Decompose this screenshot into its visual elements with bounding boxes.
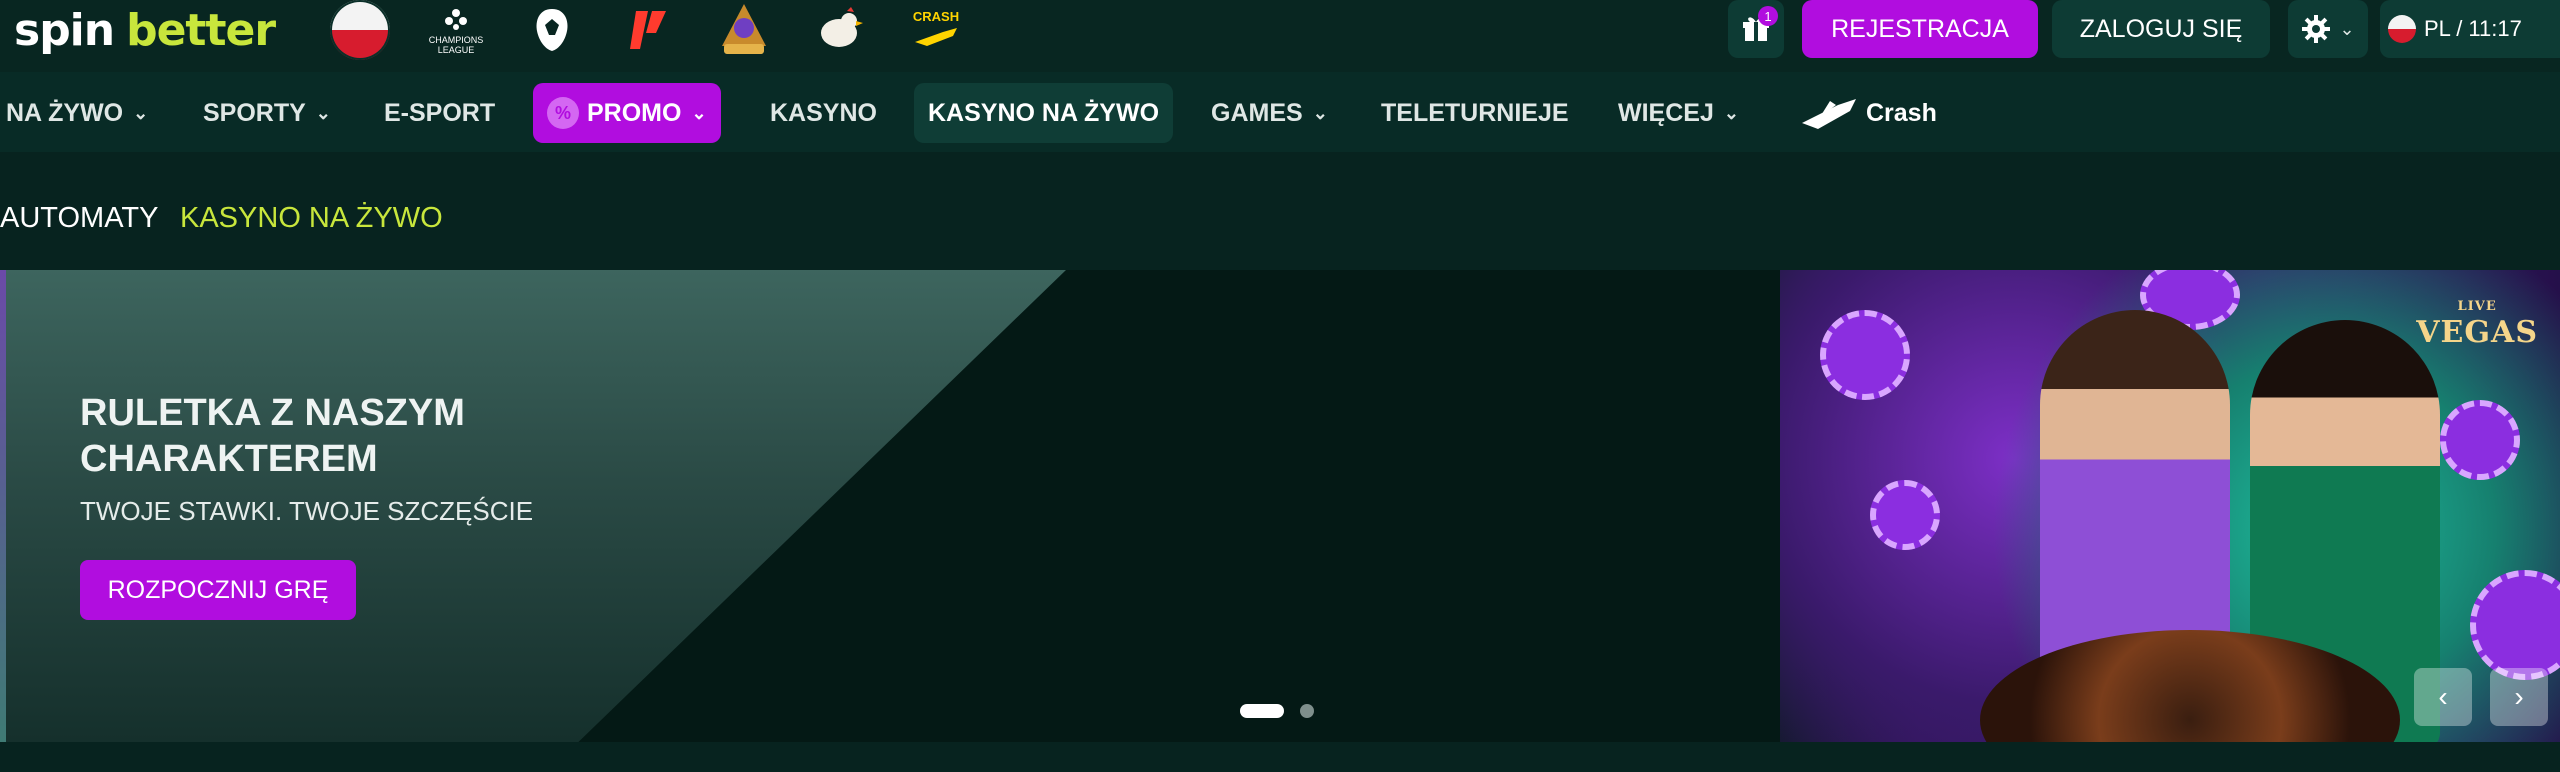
crash-icon-label: CRASH [912,9,960,24]
crash-plane-icon[interactable]: CRASH [906,1,966,59]
nav-item-esport[interactable]: E-SPORT [384,83,495,143]
page-content-start [0,742,2560,772]
casino-chip-image [1870,480,1940,550]
laliga-icon[interactable] [618,1,678,59]
nav-item-label: PROMO [587,98,682,127]
nav-item-more[interactable]: WIĘCEJ ⌄ [1618,83,1739,143]
logo-text-spin: spin [14,4,115,56]
nav-item-label: WIĘCEJ [1618,98,1714,127]
sub-navigation: AUTOMATY KASYNO NA ŻYWO [0,152,2560,270]
chevron-down-icon: ⌄ [1723,102,1739,123]
spinbetter-logo[interactable]: spin better [14,0,276,60]
nav-item-sports[interactable]: SPORTY ⌄ [203,83,331,143]
chevron-down-icon: ⌄ [315,102,331,123]
gift-count-badge: 1 [1758,6,1778,26]
plane-icon [1802,99,1856,129]
previous-slide-button[interactable]: ‹ [2414,668,2472,726]
logo-text-better: better [126,4,276,56]
nav-item-label: SPORTY [203,98,306,127]
chevron-down-icon: ⌄ [1312,102,1328,123]
champions-league-label: CHAMPIONS LEAGUE [428,35,484,55]
nav-item-label: GAMES [1211,98,1303,127]
chevron-down-icon: ⌄ [2339,18,2355,39]
nav-item-games[interactable]: GAMES ⌄ [1211,83,1328,143]
nav-item-live[interactable]: NA ŻYWO ⌄ [6,83,148,143]
banner-subtitle: TWOJE STAWKI. TWOJE SZCZĘŚCIE [80,496,534,526]
register-button[interactable]: REJESTRACJA [1802,0,2038,58]
casino-chip-image [1820,310,1910,400]
casino-chip-image [2440,400,2520,480]
gift-button[interactable]: 1 [1728,0,1784,58]
percent-icon: % [547,97,579,129]
login-button[interactable]: ZALOGUJ SIĘ [2052,0,2270,58]
chicken-icon[interactable] [810,1,870,59]
poland-flag-small-icon [2388,15,2416,43]
gear-icon [2302,15,2331,43]
nav-item-label: KASYNO [770,98,877,127]
nav-item-crash[interactable]: Crash [1800,83,1937,143]
nav-item-label: TELETURNIEJE [1381,98,1569,127]
champions-league-icon[interactable]: CHAMPIONS LEAGUE [426,1,486,59]
poland-flag-icon[interactable] [330,0,390,60]
hero-banner[interactable]: RULETKA Z NASZYM CHARAKTEREM TWOJE STAWK… [0,270,2560,742]
previous-slide-edge [0,270,6,742]
nav-item-label: NA ŻYWO [6,98,124,127]
chevron-right-icon: › [2514,681,2524,712]
top-bar: spin better CHAMPIONS LEAGUE CRASH 1 REJ… [0,0,2560,72]
lang-time-text: PL / 11:17 [2424,16,2522,41]
nav-item-casino[interactable]: KASYNO [770,83,877,143]
promo-icons-bar: CHAMPIONS LEAGUE CRASH [330,0,966,60]
slider-pagination [1240,704,1314,718]
start-game-button[interactable]: ROZPOCZNIJ GRĘ [80,560,356,620]
main-navigation: NA ŻYWO ⌄ SPORTY ⌄ E-SPORT % PROMO ⌄ KAS… [0,72,2560,154]
nav-item-game-shows[interactable]: TELETURNIEJE [1381,83,1569,143]
live-vegas-logo: LIVE VEGAS [2416,299,2538,350]
nav-item-label: E-SPORT [384,98,496,127]
nav-item-label: Crash [1866,98,1937,127]
casino-chip-image [2470,570,2560,680]
subnav-item-live-casino[interactable]: KASYNO NA ŻYWO [180,202,443,235]
nav-item-live-casino[interactable]: KASYNO NA ŻYWO [914,83,1174,143]
language-time-selector[interactable]: PL / 11:17 [2380,0,2560,58]
settings-button[interactable]: ⌄ [2288,0,2368,58]
subnav-item-slots[interactable]: AUTOMATY [0,202,158,235]
slide-dot-1[interactable] [1240,704,1284,718]
olympus-icon[interactable] [714,1,774,59]
nav-item-promo[interactable]: % PROMO ⌄ [533,83,721,143]
premier-league-lion-icon[interactable] [522,1,582,59]
next-slide-button[interactable]: › [2490,668,2548,726]
chevron-down-icon: ⌄ [691,102,707,123]
chevron-left-icon: ‹ [2438,681,2448,712]
chevron-down-icon: ⌄ [133,102,149,123]
nav-item-label: KASYNO NA ŻYWO [928,98,1160,127]
banner-title: RULETKA Z NASZYM CHARAKTEREM [80,392,465,480]
slide-dot-2[interactable] [1300,704,1314,718]
